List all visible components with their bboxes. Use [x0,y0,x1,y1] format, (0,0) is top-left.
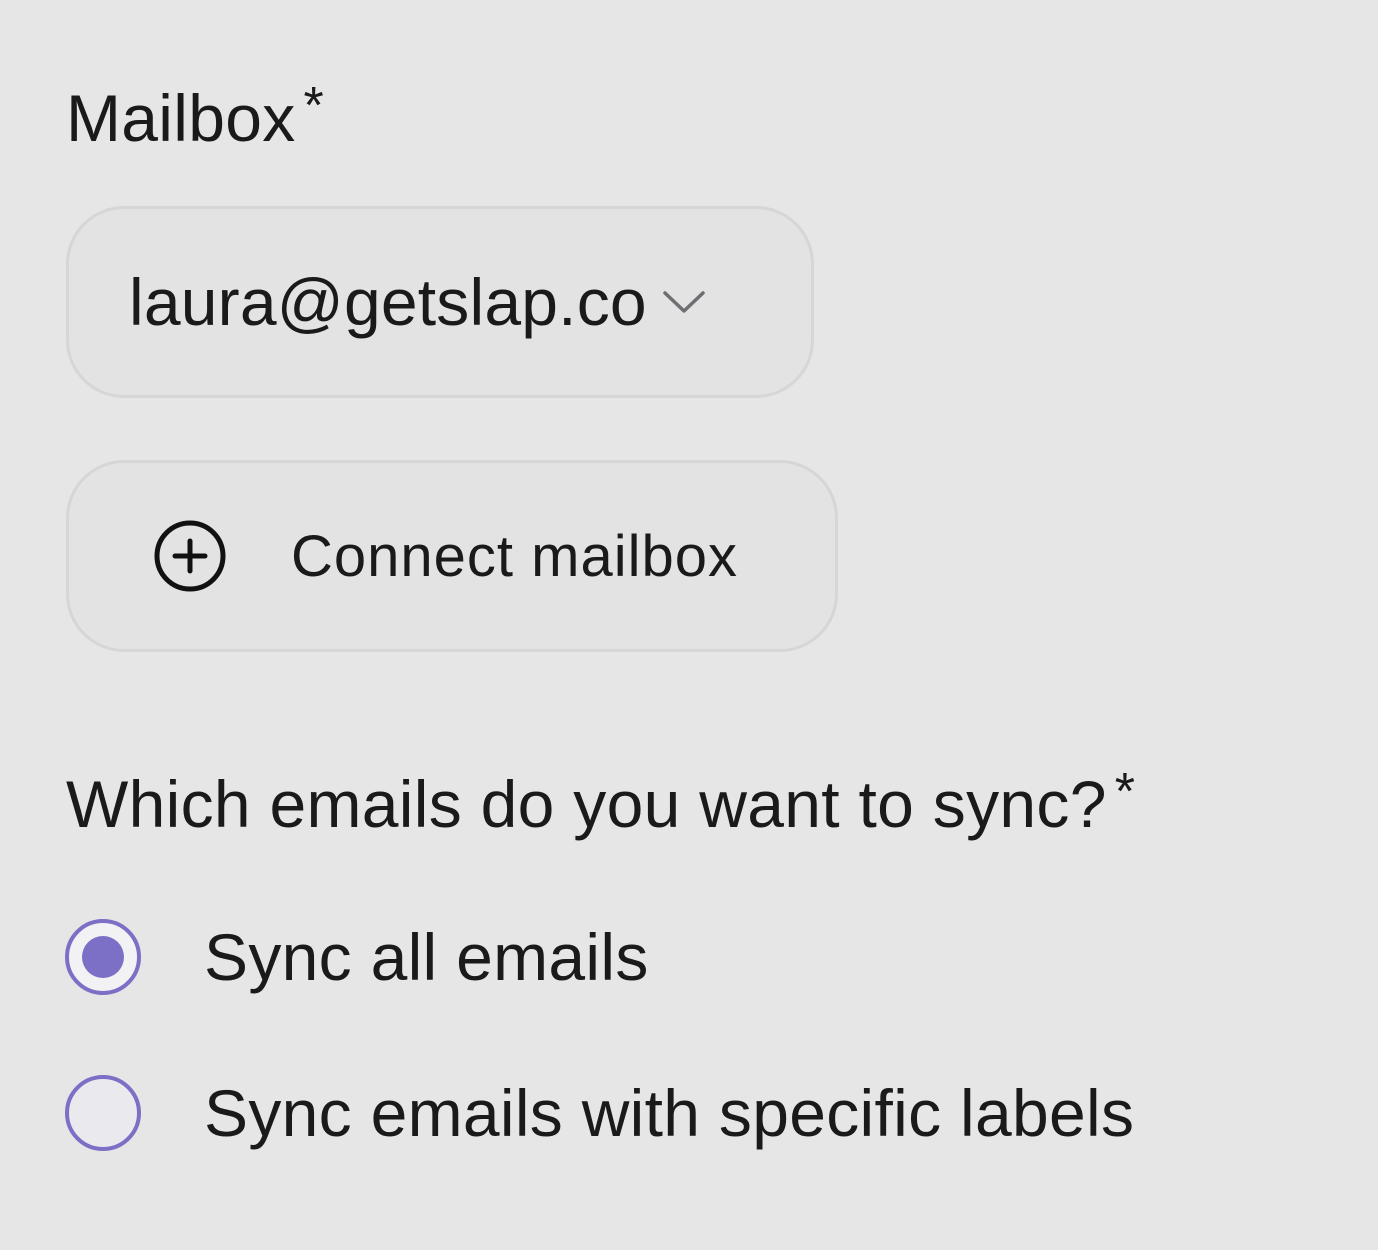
radio-label-sync-all: Sync all emails [204,920,649,994]
radio-option-sync-all[interactable]: Sync all emails [64,918,649,996]
required-marker: * [303,77,325,135]
mailbox-label-text: Mailbox [66,81,296,155]
required-marker: * [1114,763,1136,821]
mailbox-label: Mailbox * [66,80,324,151]
sync-question-label: Which emails do you want to sync? * [66,766,1135,837]
sync-question-text: Which emails do you want to sync? [66,767,1107,841]
radio-button-unselected[interactable] [64,1074,142,1152]
plus-circle-icon [153,519,227,593]
radio-button-selected[interactable] [64,918,142,996]
radio-label-sync-labels: Sync emails with specific labels [204,1076,1135,1150]
radio-option-sync-labels[interactable]: Sync emails with specific labels [64,1074,1134,1152]
mailbox-select[interactable]: laura@getslap.co [66,206,814,398]
chevron-down-icon [661,282,707,322]
connect-mailbox-button[interactable]: Connect mailbox [66,460,838,652]
connect-mailbox-label: Connect mailbox [291,523,738,589]
mailbox-select-value: laura@getslap.co [129,265,647,339]
